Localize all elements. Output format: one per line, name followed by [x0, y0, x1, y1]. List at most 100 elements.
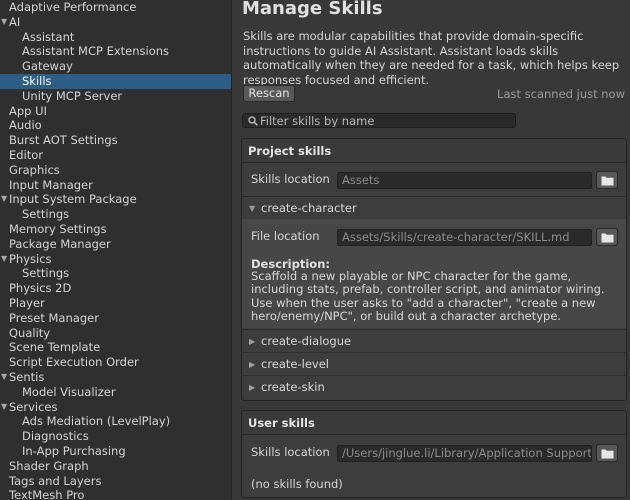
browse-folder-button[interactable]: [596, 171, 618, 189]
settings-sidebar: Adaptive Performance ▼ AI Assistant Assistan…: [0, 0, 232, 500]
sidebar-item-label: Physics: [9, 251, 52, 266]
expand-triangle-icon[interactable]: ▼: [249, 197, 255, 220]
folder-icon: [601, 449, 614, 459]
collapse-triangle-icon[interactable]: ▶: [249, 353, 255, 376]
file-location-field[interactable]: Assets/Skills/create-character/SKILL.md: [337, 229, 592, 246]
sidebar-item-memory-settings[interactable]: Memory Settings: [0, 222, 231, 237]
sidebar-item-label: Sentis: [9, 369, 45, 384]
sidebar-item-label: Unity MCP Server: [22, 88, 123, 103]
skill-name: create-skin: [261, 380, 325, 394]
sidebar-item-label: Adaptive Performance: [9, 0, 137, 14]
sidebar-item-package-manager[interactable]: Package Manager: [0, 237, 231, 252]
skill-name: create-level: [261, 357, 330, 371]
page-description: Skills are modular capabilities that pro…: [243, 29, 620, 87]
user-skills-location-field[interactable]: /Users/jinglue.li/Library/Application Su…: [337, 445, 592, 462]
browse-folder-button[interactable]: [596, 444, 618, 462]
sidebar-item-assistant[interactable]: Assistant: [0, 30, 231, 45]
sidebar-item-label: Gateway: [22, 59, 73, 74]
sidebar-item-audio[interactable]: Audio: [0, 118, 231, 133]
sidebar-item-label: Script Execution Order: [9, 355, 139, 370]
project-skills-section: Project skills Skills location Assets ▼ …: [241, 138, 627, 401]
sidebar-item-label: Physics 2D: [9, 281, 72, 296]
sidebar-item-textmesh-pro[interactable]: TextMesh Pro: [0, 488, 231, 500]
sidebar-item-quality[interactable]: Quality: [0, 326, 231, 341]
sidebar-item-settings[interactable]: Settings: [0, 207, 231, 222]
sidebar-item-player[interactable]: Player: [0, 296, 231, 311]
sidebar-item-shader-graph[interactable]: Shader Graph: [0, 459, 231, 474]
filter-skills-field[interactable]: [242, 113, 516, 128]
sidebar-item-diagnostics[interactable]: Diagnostics: [0, 429, 231, 444]
skills-location-label: Skills location: [251, 172, 330, 186]
sidebar-item-label: Memory Settings: [9, 221, 107, 236]
skill-name: create-character: [261, 201, 357, 215]
sidebar-item-unity-mcp-server[interactable]: Unity MCP Server: [0, 89, 231, 104]
sidebar-item-skills[interactable]: Skills: [0, 73, 231, 89]
sidebar-item-label: App UI: [9, 103, 47, 118]
sidebar-item-label: Diagnostics: [22, 429, 89, 444]
sidebar-item-gateway[interactable]: Gateway: [0, 59, 231, 74]
sidebar-item-label: Input Manager: [9, 177, 93, 192]
sidebar-item-assistant-mcp-extensions[interactable]: Assistant MCP Extensions: [0, 44, 231, 59]
sidebar-item-settings[interactable]: Settings: [0, 266, 231, 281]
skill-row-create-dialogue[interactable]: ▶ create-dialogue: [242, 329, 626, 352]
sidebar-item-preset-manager[interactable]: Preset Manager: [0, 311, 231, 326]
skill-row-create-character[interactable]: ▼ create-character: [242, 196, 626, 219]
sidebar-item-services[interactable]: ▼ Services: [0, 400, 231, 415]
sidebar-item-label: Quality: [9, 325, 51, 340]
sidebar-item-label: Editor: [9, 147, 44, 162]
collapse-triangle-icon[interactable]: ▶: [249, 330, 255, 353]
sidebar-item-label: Burst AOT Settings: [9, 133, 118, 148]
skills-location-label: Skills location: [251, 445, 330, 459]
sidebar-item-label: Scene Template: [9, 340, 101, 355]
collapse-triangle-icon[interactable]: ▶: [249, 376, 255, 399]
folder-icon: [601, 176, 614, 186]
sidebar-item-ai[interactable]: ▼ AI: [0, 15, 231, 30]
search-icon: [248, 116, 258, 126]
expand-triangle-icon[interactable]: ▼: [1, 192, 7, 207]
sidebar-item-input-system-package[interactable]: ▼ Input System Package: [0, 192, 231, 207]
user-skills-section: User skills Skills location /Users/jingl…: [241, 410, 627, 498]
filter-skills-input[interactable]: [260, 114, 510, 127]
browse-file-button[interactable]: [596, 228, 618, 246]
skills-location-field[interactable]: Assets: [337, 172, 592, 189]
expand-triangle-icon[interactable]: ▼: [1, 15, 7, 30]
sidebar-item-scene-template[interactable]: Scene Template: [0, 340, 231, 355]
sidebar-item-burst-aot-settings[interactable]: Burst AOT Settings: [0, 133, 231, 148]
sidebar-item-label: Skills: [22, 73, 52, 88]
expand-triangle-icon[interactable]: ▼: [1, 400, 7, 415]
sidebar-item-label: Settings: [22, 266, 70, 281]
sidebar-item-editor[interactable]: Editor: [0, 148, 231, 163]
skill-row-create-level[interactable]: ▶ create-level: [242, 352, 626, 375]
skill-description: Scaffold a new playable or NPC character…: [251, 269, 605, 323]
sidebar-item-label: Services: [9, 399, 58, 414]
page-title: Manage Skills: [242, 0, 383, 19]
sidebar-item-label: AI: [9, 14, 21, 29]
rescan-button[interactable]: Rescan: [243, 85, 295, 102]
user-skills-location-row: Skills location /Users/jinglue.li/Librar…: [242, 435, 626, 469]
sidebar-item-sentis[interactable]: ▼ Sentis: [0, 370, 231, 385]
sidebar-item-ads-mediation-levelplay[interactable]: Ads Mediation (LevelPlay): [0, 414, 231, 429]
sidebar-item-input-manager[interactable]: Input Manager: [0, 178, 231, 193]
file-location-label: File location: [251, 229, 320, 243]
sidebar-item-adaptive-performance[interactable]: Adaptive Performance: [0, 0, 231, 15]
expand-triangle-icon[interactable]: ▼: [1, 370, 7, 385]
sidebar-item-physics-2d[interactable]: Physics 2D: [0, 281, 231, 296]
sidebar-item-label: Settings: [22, 207, 70, 222]
sidebar-item-label: Assistant: [22, 29, 75, 44]
sidebar-item-app-ui[interactable]: App UI: [0, 104, 231, 119]
sidebar-item-label: Assistant MCP Extensions: [22, 44, 170, 59]
skill-row-create-skin[interactable]: ▶ create-skin: [242, 375, 626, 398]
expand-triangle-icon[interactable]: ▼: [1, 252, 7, 267]
sidebar-item-physics[interactable]: ▼ Physics: [0, 252, 231, 267]
sidebar-item-label: Player: [9, 295, 45, 310]
sidebar-item-label: Ads Mediation (LevelPlay): [22, 414, 171, 429]
sidebar-item-graphics[interactable]: Graphics: [0, 163, 231, 178]
folder-icon: [601, 233, 614, 243]
sidebar-item-script-execution-order[interactable]: Script Execution Order: [0, 355, 231, 370]
sidebar-item-model-visualizer[interactable]: Model Visualizer: [0, 385, 231, 400]
sidebar-item-in-app-purchasing[interactable]: In-App Purchasing: [0, 444, 231, 459]
user-skills-header: User skills: [242, 411, 626, 435]
sidebar-item-tags-and-layers[interactable]: Tags and Layers: [0, 474, 231, 489]
sidebar-item-label: Graphics: [9, 162, 60, 177]
manage-skills-panel: Manage Skills Skills are modular capabil…: [233, 0, 630, 500]
